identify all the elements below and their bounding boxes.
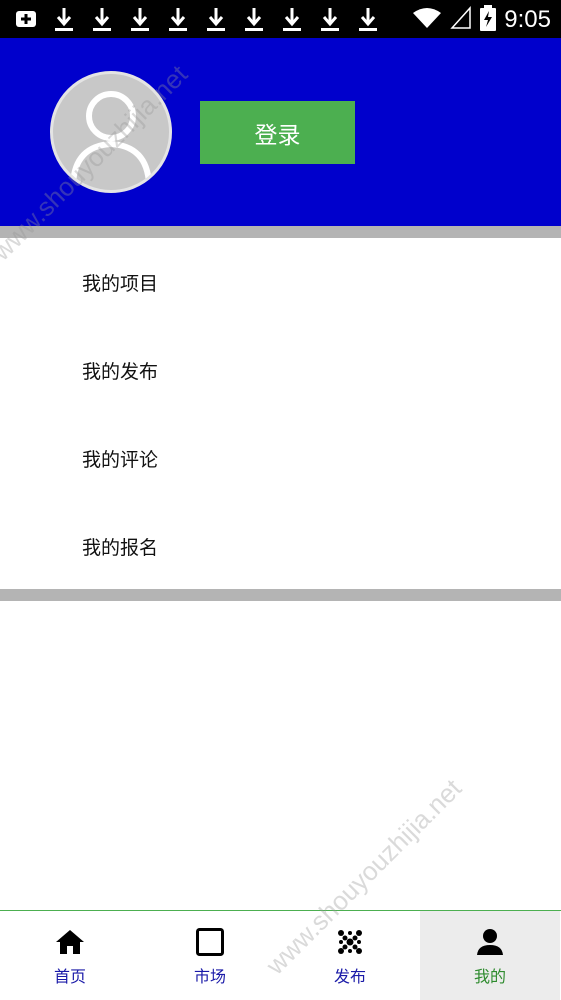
download-icon	[280, 6, 304, 32]
section-divider	[0, 589, 561, 601]
square-icon	[194, 927, 226, 957]
system-status: 9:05	[412, 5, 551, 35]
download-icon	[204, 6, 228, 32]
user-avatar-icon[interactable]	[50, 71, 172, 193]
wifi-icon	[412, 6, 442, 34]
status-bar: 9:05	[0, 0, 561, 38]
nav-home[interactable]: 首页	[0, 911, 140, 1000]
bottom-navigation: 首页 市场 发布 我的	[0, 910, 561, 1000]
signal-icon	[450, 6, 472, 34]
person-icon	[474, 927, 506, 957]
nav-mine[interactable]: 我的	[420, 911, 560, 1000]
login-button[interactable]: 登录	[200, 101, 355, 164]
nav-market[interactable]: 市场	[140, 911, 280, 1000]
download-icon	[356, 6, 380, 32]
download-icon	[166, 6, 190, 32]
notification-icons	[14, 6, 380, 32]
nav-publish[interactable]: 发布	[280, 911, 420, 1000]
menu-item-my-projects[interactable]: 我的项目	[0, 238, 561, 326]
download-icon	[318, 6, 342, 32]
profile-header: 登录	[0, 38, 561, 226]
nav-market-label: 市场	[193, 967, 226, 986]
profile-menu: 我的项目 我的发布 我的评论 我的报名	[0, 238, 561, 590]
menu-item-my-comments[interactable]: 我的评论	[0, 414, 561, 502]
dots-grid-icon	[334, 927, 366, 957]
battery-charging-icon	[480, 5, 497, 35]
download-icon	[242, 6, 266, 32]
download-icon	[90, 6, 114, 32]
download-icon	[128, 6, 152, 32]
nav-mine-label: 我的	[473, 967, 506, 986]
home-icon	[54, 927, 86, 957]
clock: 9:05	[504, 6, 551, 33]
nav-publish-label: 发布	[333, 967, 366, 986]
nav-home-label: 首页	[53, 967, 86, 986]
download-icon	[52, 6, 76, 32]
app-notification-icon	[14, 6, 38, 32]
menu-item-my-posts[interactable]: 我的发布	[0, 326, 561, 414]
menu-item-my-registrations[interactable]: 我的报名	[0, 502, 561, 590]
section-divider	[0, 226, 561, 238]
